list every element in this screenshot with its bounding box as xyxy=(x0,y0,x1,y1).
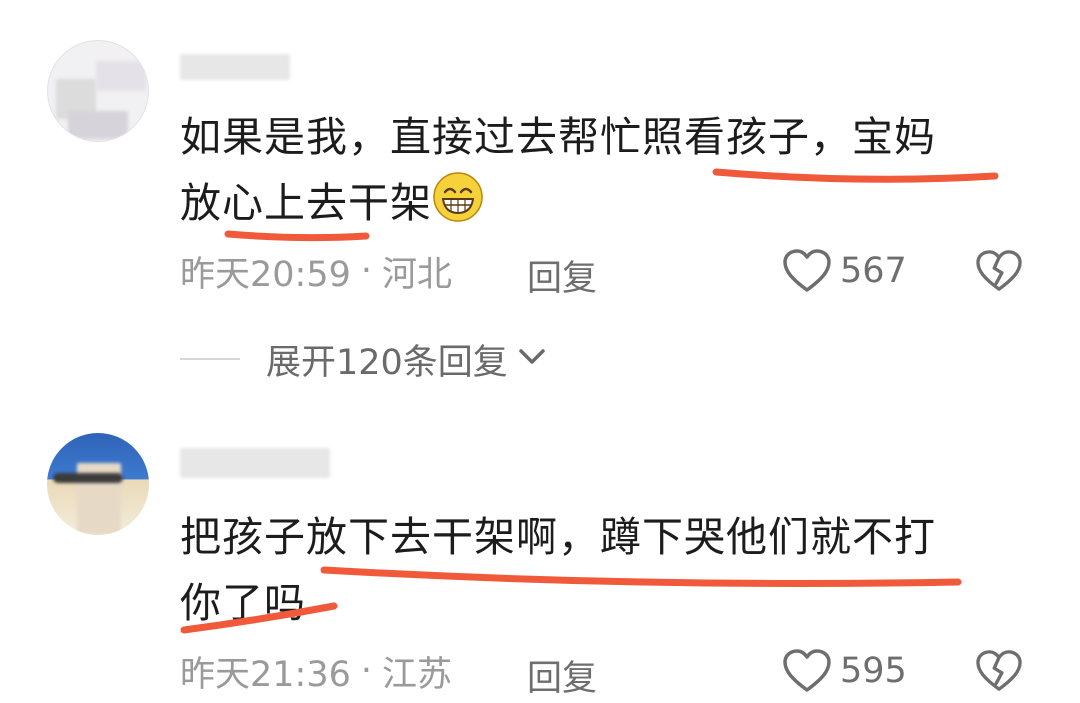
comment-text: 如果是我，直接过去帮忙照看孩子，宝妈 放心上去干架 xyxy=(180,104,1020,236)
like-count: 595 xyxy=(840,651,907,691)
comment-text-line-2-text: 放心上去干架 xyxy=(180,179,432,227)
avatar[interactable] xyxy=(47,40,149,142)
comment-location: 河北 xyxy=(382,254,453,295)
username-blurred[interactable] xyxy=(180,440,330,480)
expand-divider xyxy=(180,358,240,360)
broken-heart-icon xyxy=(975,650,1023,697)
comment-meta: 昨天21:36 · 江苏 xyxy=(180,646,452,696)
comment-meta: 昨天20:59 · 河北 xyxy=(180,246,452,296)
grinning-face-emoji xyxy=(432,171,484,223)
reply-button[interactable]: 回复 xyxy=(527,650,597,701)
username-blurred[interactable] xyxy=(180,48,290,88)
dislike-button[interactable] xyxy=(975,649,1023,697)
comment-text-line-2: 你了吗 xyxy=(180,579,306,627)
comment-text-line-1: 如果是我，直接过去帮忙照看孩子，宝妈 xyxy=(180,113,936,161)
like-count: 567 xyxy=(840,251,907,291)
avatar[interactable] xyxy=(47,433,149,535)
chevron-down-icon xyxy=(518,347,546,371)
comment-time: 昨天20:59 xyxy=(180,254,351,295)
comment-time: 昨天21:36 xyxy=(180,654,351,695)
like-button[interactable]: 567 xyxy=(782,246,907,296)
comment-text-line-2: 放心上去干架 xyxy=(180,170,1020,236)
comment-location: 江苏 xyxy=(382,654,453,695)
heart-outline-icon xyxy=(782,248,832,294)
meta-separator: · xyxy=(360,651,373,691)
meta-separator: · xyxy=(360,251,373,291)
expand-replies-label: 展开120条回复 xyxy=(266,342,508,383)
comment-item: 如果是我，直接过去帮忙照看孩子，宝妈 放心上去干架 昨天20:59 · 河北 回… xyxy=(0,0,1080,400)
expand-replies[interactable]: 展开120条回复 xyxy=(180,334,546,384)
comment-item: 把孩子放下去干架啊，蹲下哭他们就不打 你了吗 昨天21:36 · 江苏 回复 5… xyxy=(0,420,1080,699)
comment-text-line-1: 把孩子放下去干架啊，蹲下哭他们就不打 xyxy=(180,513,936,561)
heart-outline-icon xyxy=(782,648,832,694)
reply-button[interactable]: 回复 xyxy=(527,250,597,301)
like-button[interactable]: 595 xyxy=(782,646,907,696)
dislike-button[interactable] xyxy=(975,249,1023,297)
comment-text: 把孩子放下去干架啊，蹲下哭他们就不打 你了吗 xyxy=(180,504,1020,636)
broken-heart-icon xyxy=(975,250,1023,297)
